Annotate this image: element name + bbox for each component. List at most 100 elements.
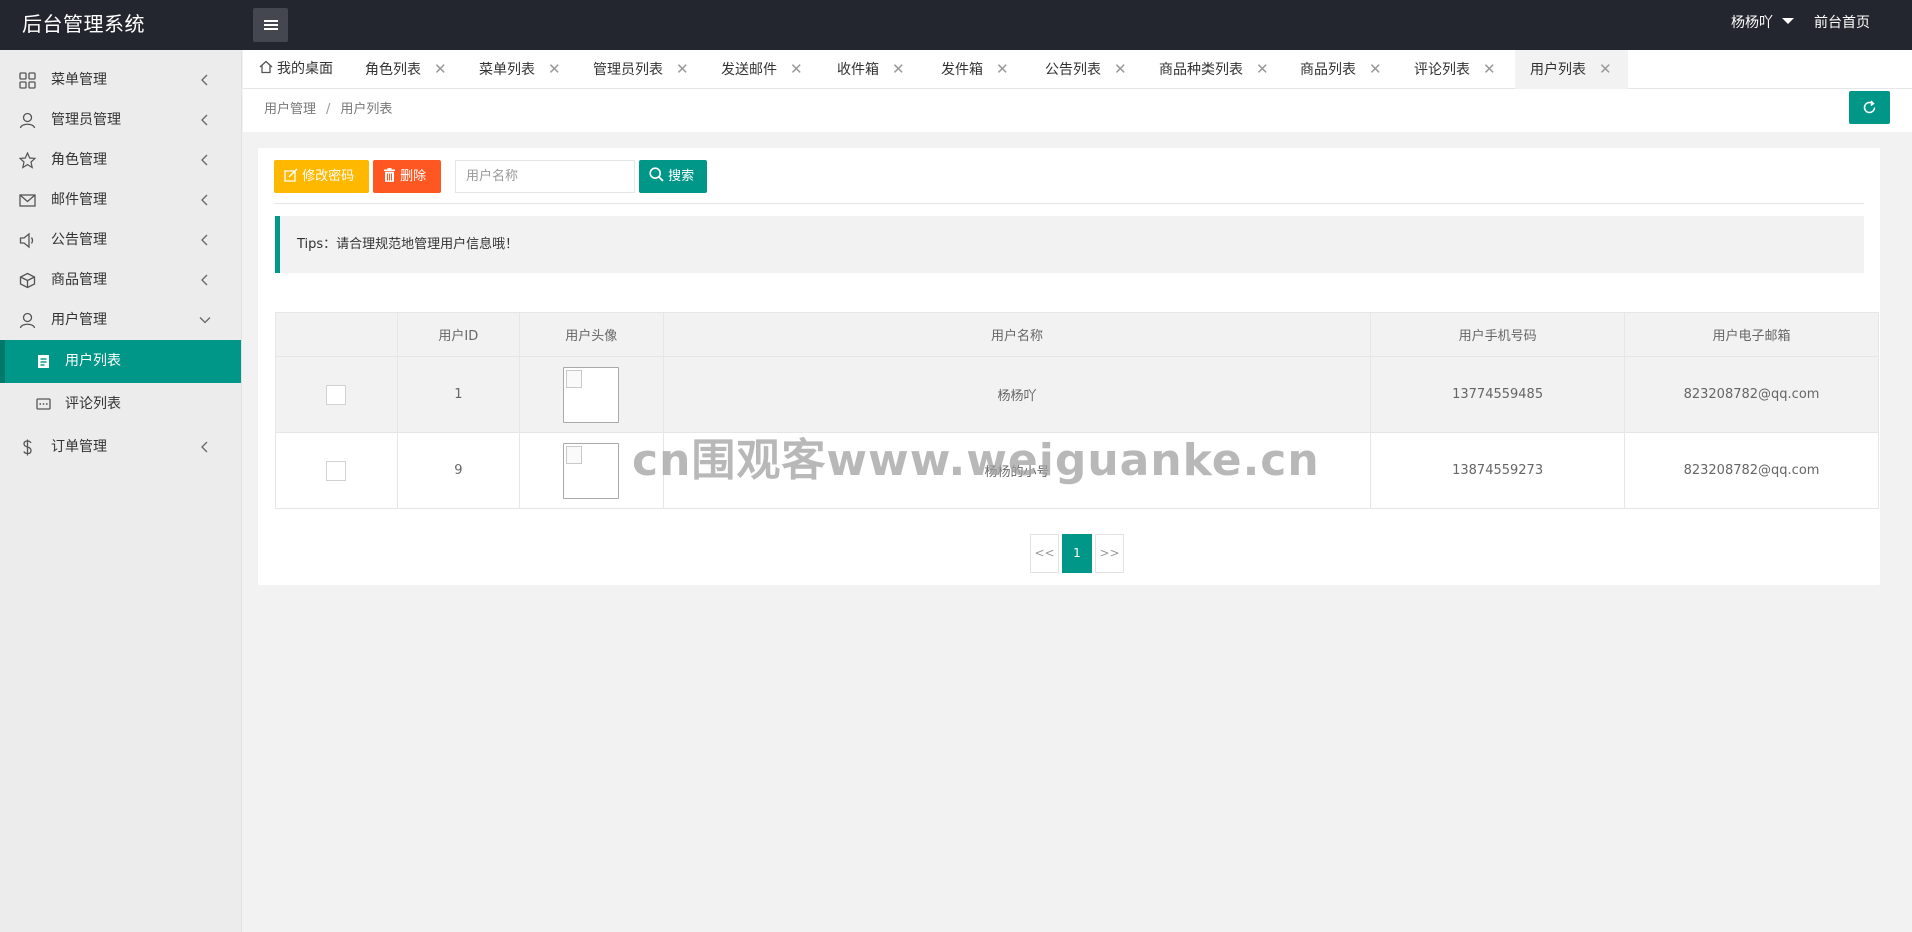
front-home-link[interactable]: 前台首页 <box>1814 0 1870 46</box>
next-page-button[interactable]: >> <box>1095 534 1124 573</box>
close-icon[interactable]: ✕ <box>892 60 905 78</box>
search-button[interactable]: 搜索 <box>639 160 707 193</box>
chevron-left-icon <box>201 194 208 206</box>
user-email-cell: 823208782@qq.com <box>1624 356 1879 433</box>
sidebar-subitem-comment-list[interactable]: 评论列表 <box>0 383 241 426</box>
user-phone-cell: 13774559485 <box>1370 356 1626 433</box>
user-icon <box>19 112 36 129</box>
edit-icon <box>284 168 298 182</box>
close-icon[interactable]: ✕ <box>790 60 803 78</box>
close-icon[interactable]: ✕ <box>1483 60 1496 78</box>
tab-send-mail[interactable]: 发送邮件 ✕ <box>721 50 803 89</box>
main-card: 修改密码 删除 搜索 Tips：请合理规范地管理用户信息哦！ 用户ID 用户头像… <box>258 148 1880 585</box>
tab-user-list[interactable]: 用户列表 ✕ <box>1515 50 1628 89</box>
sidebar-item-role[interactable]: 角色管理 <box>0 140 241 180</box>
sidebar-item-admin[interactable]: 管理员管理 <box>0 100 241 140</box>
column-header-phone[interactable]: 用户手机号码 <box>1370 312 1626 357</box>
column-header-email[interactable]: 用户电子邮箱 <box>1624 312 1879 357</box>
user-email-cell: 823208782@qq.com <box>1624 432 1879 509</box>
row-checkbox[interactable] <box>326 384 347 405</box>
tab-notice-list[interactable]: 公告列表 ✕ <box>1045 50 1127 89</box>
sidebar: 菜单管理 管理员管理 角色管理 邮件管理 公告管理 商品管理 用户管理 用户列表… <box>0 50 242 932</box>
sidebar-subitem-label: 用户列表 <box>65 353 121 369</box>
sidebar-item-label: 订单管理 <box>51 439 107 455</box>
close-icon[interactable]: ✕ <box>1114 60 1127 78</box>
tab-outbox[interactable]: 发件箱 ✕ <box>941 50 1009 89</box>
column-header-select <box>275 312 398 357</box>
search-icon <box>649 167 664 182</box>
tab-inbox[interactable]: 收件箱 ✕ <box>837 50 905 89</box>
close-icon[interactable]: ✕ <box>434 60 447 78</box>
home-icon <box>259 60 273 74</box>
user-menu[interactable]: 杨杨吖 <box>1731 0 1794 46</box>
table-row[interactable]: 9 杨杨的小号 13874559273 823208782@qq.com <box>275 432 1879 509</box>
grid-icon <box>19 72 36 89</box>
sidebar-item-mail[interactable]: 邮件管理 <box>0 180 241 220</box>
speaker-icon <box>19 232 34 249</box>
sidebar-subitem-label: 评论列表 <box>65 396 121 412</box>
user-id-cell: 9 <box>396 432 520 509</box>
breadcrumb: 用户管理 / 用户列表 <box>264 102 393 117</box>
sidebar-subitem-user-list[interactable]: 用户列表 <box>0 340 241 383</box>
current-page-button[interactable]: 1 <box>1062 534 1092 573</box>
username-search-input[interactable] <box>455 160 635 193</box>
close-icon[interactable]: ✕ <box>548 60 561 78</box>
tab-goods-list[interactable]: 商品列表 ✕ <box>1300 50 1382 89</box>
user-icon <box>19 312 36 329</box>
column-header-id[interactable]: 用户ID <box>396 312 520 357</box>
tab-comment-list[interactable]: 评论列表 ✕ <box>1414 50 1496 89</box>
dollar-icon <box>23 439 32 456</box>
sidebar-item-label: 邮件管理 <box>51 192 107 208</box>
chevron-left-icon <box>201 441 208 453</box>
sidebar-item-label: 角色管理 <box>51 152 107 168</box>
menu-toggle-button[interactable] <box>253 8 288 42</box>
delete-button[interactable]: 删除 <box>373 160 441 193</box>
close-icon[interactable]: ✕ <box>1369 60 1382 78</box>
tips-box: Tips：请合理规范地管理用户信息哦！ <box>275 216 1864 273</box>
refresh-button[interactable] <box>1849 91 1890 124</box>
user-name-cell: 杨杨吖 <box>662 356 1372 433</box>
user-phone-cell: 13874559273 <box>1370 432 1626 509</box>
sidebar-item-goods[interactable]: 商品管理 <box>0 260 241 300</box>
chevron-left-icon <box>201 234 208 246</box>
page-tabs: 我的桌面 角色列表 ✕ 菜单列表 ✕ 管理员列表 ✕ 发送邮件 ✕ 收件箱 ✕ 发件箱 ✕ … <box>243 50 1912 89</box>
row-checkbox[interactable] <box>326 460 347 481</box>
user-id-cell: 1 <box>396 356 520 433</box>
sidebar-item-users[interactable]: 用户管理 <box>0 300 241 340</box>
column-header-avatar[interactable]: 用户头像 <box>518 312 664 357</box>
user-name-cell: 杨杨的小号 <box>662 432 1372 509</box>
list-icon <box>38 355 49 368</box>
tab-my-desktop[interactable]: 我的桌面 <box>259 50 333 89</box>
mail-icon <box>19 194 36 207</box>
star-icon <box>19 152 36 169</box>
breadcrumb-parent[interactable]: 用户管理 <box>264 102 316 117</box>
comment-icon <box>36 398 51 410</box>
avatar <box>563 366 620 423</box>
divider <box>274 203 1864 204</box>
tab-admin-list[interactable]: 管理员列表 ✕ <box>593 50 689 89</box>
sidebar-item-order[interactable]: 订单管理 <box>0 427 241 467</box>
chevron-left-icon <box>201 154 208 166</box>
chevron-left-icon <box>201 114 208 126</box>
close-icon[interactable]: ✕ <box>1256 60 1269 78</box>
box-icon <box>19 272 36 289</box>
prev-page-button[interactable]: << <box>1030 534 1059 573</box>
sidebar-item-label: 菜单管理 <box>51 72 107 88</box>
trash-icon <box>384 168 395 182</box>
breadcrumb-current: 用户列表 <box>340 102 393 117</box>
chevron-left-icon <box>201 74 208 86</box>
sidebar-item-label: 商品管理 <box>51 272 107 288</box>
sidebar-item-notice[interactable]: 公告管理 <box>0 220 241 260</box>
close-icon[interactable]: ✕ <box>996 60 1009 78</box>
table-header-row: 用户ID 用户头像 用户名称 用户手机号码 用户电子邮箱 <box>275 312 1879 357</box>
sidebar-item-menu[interactable]: 菜单管理 <box>0 60 241 100</box>
tab-menu-list[interactable]: 菜单列表 ✕ <box>479 50 561 89</box>
close-icon[interactable]: ✕ <box>676 60 689 78</box>
chevron-down-icon <box>199 317 211 324</box>
close-icon[interactable]: ✕ <box>1599 60 1612 78</box>
tab-role-list[interactable]: 角色列表 ✕ <box>365 50 447 89</box>
tab-goods-category-list[interactable]: 商品种类列表 ✕ <box>1159 50 1269 89</box>
change-password-button[interactable]: 修改密码 <box>274 160 369 193</box>
table-row[interactable]: 1 杨杨吖 13774559485 823208782@qq.com <box>275 356 1879 433</box>
column-header-name[interactable]: 用户名称 <box>662 312 1372 357</box>
